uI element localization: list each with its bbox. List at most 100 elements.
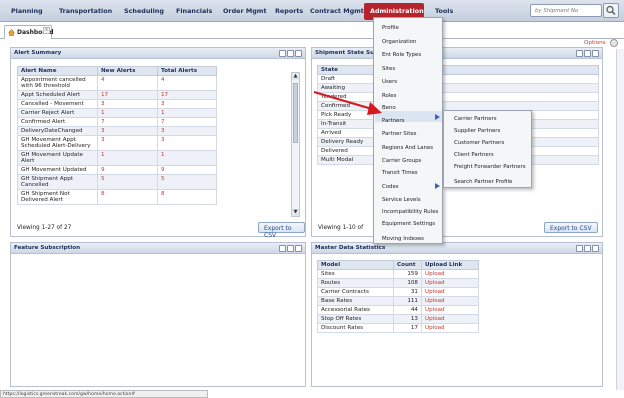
close-icon[interactable] xyxy=(295,245,302,252)
table-row[interactable]: Carrier Reject Alert 1 1 xyxy=(17,108,217,118)
close-icon[interactable] xyxy=(592,245,599,252)
column-header: Alert Name xyxy=(17,66,98,76)
menu-item[interactable]: Sites xyxy=(382,66,395,72)
maximize-icon[interactable] xyxy=(584,50,591,57)
menu-item[interactable]: Regions And Lanes xyxy=(382,145,433,151)
page-scrollbar[interactable] xyxy=(616,49,624,390)
search-button[interactable] xyxy=(603,3,619,18)
table-row[interactable]: GH Movement Updated 9 9 xyxy=(17,165,217,175)
table-row[interactable]: GH Movement Update Alert 1 1 xyxy=(17,150,217,166)
table-row[interactable]: Appointment cancelled with 96 threshold 4… xyxy=(17,75,217,91)
table-cell: 1 xyxy=(97,108,158,118)
options-link[interactable]: Options xyxy=(584,40,606,46)
alert-summary-portlet: Alert Summary Alert Name New Alerts Tota… xyxy=(10,47,306,239)
submenu-item[interactable]: Customer Partners xyxy=(454,140,504,146)
scroll-down-icon[interactable]: ▼ xyxy=(292,209,299,216)
alert-summary-title: Alert Summary xyxy=(14,50,62,56)
portlet-controls xyxy=(278,245,302,252)
maximize-icon[interactable] xyxy=(584,245,591,252)
nav-reports[interactable]: Reports xyxy=(275,7,303,15)
submenu-item[interactable]: Client Partners xyxy=(454,152,494,158)
column-header: Total Alerts xyxy=(157,66,217,76)
table-row[interactable]: Confirmed Alert 7 7 xyxy=(17,117,217,127)
minimize-icon[interactable] xyxy=(279,50,286,57)
menu-item[interactable]: Codes xyxy=(382,184,399,190)
table-cell: Discount Rates xyxy=(317,323,394,333)
table-cell: GH Movement Appt Scheduled Alert-Deliver… xyxy=(17,135,98,151)
maximize-icon[interactable] xyxy=(287,50,294,57)
column-header: Upload Link xyxy=(421,260,479,270)
menu-item[interactable]: Users xyxy=(382,79,397,85)
export-csv-button[interactable]: Export to CSV xyxy=(544,222,598,233)
menu-item[interactable]: Incompatibility Rules xyxy=(382,209,438,215)
export-csv-button[interactable]: Export to CSV xyxy=(258,222,305,239)
menu-item[interactable]: Service Levels xyxy=(382,197,421,203)
nav-transportation[interactable]: Transportation xyxy=(59,7,112,15)
menu-item[interactable]: Equipment Settings xyxy=(382,221,435,227)
top-nav: Planning Transportation Scheduling Finan… xyxy=(0,0,624,22)
table-row[interactable]: Appt Scheduled Alert 17 17 xyxy=(17,90,217,100)
table-row: Sites 159 Upload xyxy=(317,269,479,279)
upload-link[interactable]: Upload xyxy=(421,269,479,279)
close-icon[interactable] xyxy=(592,50,599,57)
nav-planning[interactable]: Planning xyxy=(11,7,43,15)
submenu-item[interactable]: Search Partner Profile xyxy=(454,179,512,185)
submenu-item[interactable]: Carrier Partners xyxy=(454,116,497,122)
nav-scheduling[interactable]: Scheduling xyxy=(124,7,164,15)
menu-item[interactable]: Carrier Groups xyxy=(382,158,421,164)
close-icon[interactable]: x xyxy=(43,27,50,34)
table-row: Discount Rates 17 Upload xyxy=(317,323,479,333)
menu-item[interactable]: Beno xyxy=(382,105,396,111)
menu-item[interactable]: Moving Indexes xyxy=(382,236,424,242)
scroll-thumb[interactable] xyxy=(293,83,298,143)
close-icon[interactable] xyxy=(295,50,302,57)
upload-link[interactable]: Upload xyxy=(421,278,479,288)
table-row[interactable]: DeliveryDateChanged 3 3 xyxy=(17,126,217,136)
submenu-item[interactable]: Supplier Partners xyxy=(454,128,500,134)
master-data-table: Model Count Upload Link Sites 159 Upload Ro… xyxy=(317,260,479,333)
table-cell: Appt Scheduled Alert xyxy=(17,90,98,100)
alert-scrollbar[interactable]: ▲ ▼ xyxy=(291,72,300,217)
menu-item[interactable]: Roles xyxy=(382,93,396,99)
menu-item[interactable]: Partners xyxy=(382,118,404,124)
options-icon[interactable] xyxy=(610,39,618,47)
table-row[interactable]: Draft xyxy=(317,74,599,84)
menu-item[interactable]: Transit Times xyxy=(382,170,418,176)
submenu-arrow-icon xyxy=(435,114,440,120)
upload-link[interactable]: Upload xyxy=(421,305,479,315)
maximize-icon[interactable] xyxy=(287,245,294,252)
nav-contract-mgmt[interactable]: Contract Mgmt xyxy=(310,7,364,15)
table-cell: 9 xyxy=(97,165,158,175)
table-cell: 3 xyxy=(157,135,217,151)
table-cell: 13 xyxy=(393,314,422,324)
nav-tools[interactable]: Tools xyxy=(435,7,453,15)
table-cell: DeliveryDateChanged xyxy=(17,126,98,136)
minimize-icon[interactable] xyxy=(576,50,583,57)
nav-financials[interactable]: Financials xyxy=(176,7,212,15)
upload-link[interactable]: Upload xyxy=(421,296,479,306)
upload-link[interactable]: Upload xyxy=(421,323,479,333)
submenu-item[interactable]: Freight Forwarder Partners xyxy=(454,164,526,170)
minimize-icon[interactable] xyxy=(576,245,583,252)
menu-item[interactable]: Organization xyxy=(382,39,416,45)
tab-dashboard[interactable]: Dashboard x xyxy=(4,25,54,39)
menu-item[interactable]: Partner Sites xyxy=(382,131,416,137)
table-row: Base Rates 111 Upload xyxy=(317,296,479,306)
upload-link[interactable]: Upload xyxy=(421,314,479,324)
scroll-up-icon[interactable]: ▲ xyxy=(292,73,299,80)
shipment-state-header: Shipment State Su xyxy=(312,48,602,59)
table-row[interactable]: Cancelled - Movement 3 3 xyxy=(17,99,217,109)
table-row[interactable]: GH Shipment Not Delivered Alert 8 8 xyxy=(17,189,217,205)
table-cell: 1 xyxy=(97,150,158,166)
upload-link[interactable]: Upload xyxy=(421,287,479,297)
table-row[interactable]: GH Movement Appt Scheduled Alert-Deliver… xyxy=(17,135,217,151)
menu-item[interactable]: Ent Role Types xyxy=(382,52,421,58)
table-cell: 9 xyxy=(157,165,217,175)
menu-item[interactable]: Profile xyxy=(382,25,399,31)
shipment-search-input[interactable]: by Shipment No xyxy=(530,4,602,17)
portlet-controls xyxy=(575,50,599,57)
minimize-icon[interactable] xyxy=(279,245,286,252)
nav-order-mgmt[interactable]: Order Mgmt xyxy=(223,7,267,15)
table-row[interactable]: GH Shipment Appt Cancelled 5 5 xyxy=(17,174,217,190)
table-cell: 17 xyxy=(157,90,217,100)
